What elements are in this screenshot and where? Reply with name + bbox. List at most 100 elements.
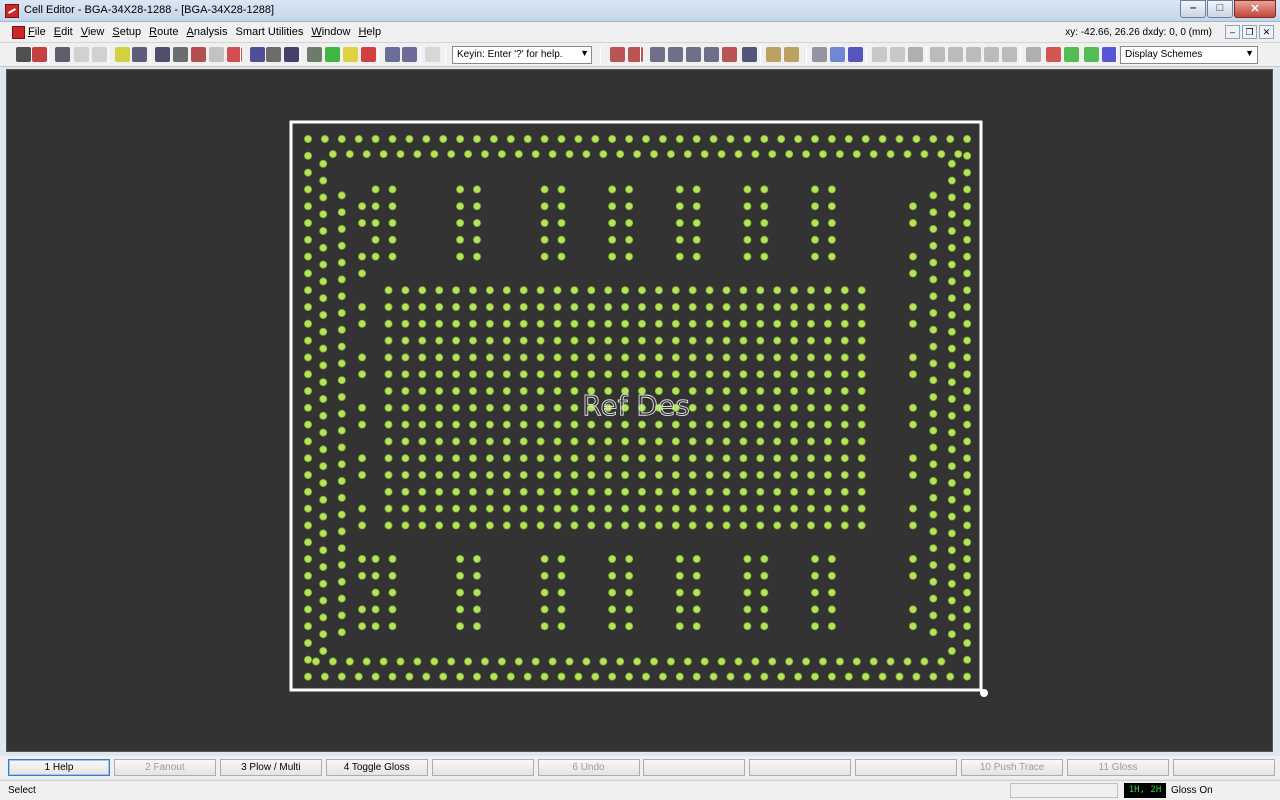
bga-pad[interactable] (582, 150, 591, 159)
bga-pad[interactable] (358, 218, 367, 227)
bga-pad[interactable] (625, 218, 634, 227)
bga-pad[interactable] (638, 521, 647, 530)
bga-pad[interactable] (540, 622, 549, 631)
bga-pad[interactable] (319, 159, 328, 168)
bga-pad[interactable] (502, 487, 511, 496)
bga-pad[interactable] (857, 504, 866, 513)
bga-pad[interactable] (768, 657, 777, 666)
bga-pad[interactable] (777, 672, 786, 681)
bga-pad[interactable] (362, 657, 371, 666)
bga-pad[interactable] (401, 487, 410, 496)
bga-pad[interactable] (320, 135, 329, 144)
bga-pad[interactable] (811, 135, 820, 144)
bga-pad[interactable] (519, 437, 528, 446)
bga-pad[interactable] (506, 672, 515, 681)
bga-pad[interactable] (452, 437, 461, 446)
bga-pad[interactable] (823, 521, 832, 530)
layer-icon[interactable] (250, 47, 265, 62)
save-icon[interactable] (16, 47, 31, 62)
bga-pad[interactable] (811, 252, 820, 261)
bga-pad[interactable] (638, 470, 647, 479)
bga-pad[interactable] (840, 420, 849, 429)
toolbar-tool-icon[interactable] (722, 47, 737, 62)
bga-pad[interactable] (671, 319, 680, 328)
bga-pad[interactable] (650, 150, 659, 159)
undo-icon[interactable] (74, 47, 89, 62)
bga-pad[interactable] (688, 336, 697, 345)
bga-pad[interactable] (929, 544, 938, 553)
bga-pad[interactable] (700, 150, 709, 159)
bga-pad[interactable] (418, 319, 427, 328)
bga-pad[interactable] (621, 420, 630, 429)
bga-pad[interactable] (773, 504, 782, 513)
bga-pad[interactable] (358, 504, 367, 513)
bga-pad[interactable] (608, 218, 617, 227)
bga-pad[interactable] (840, 370, 849, 379)
bga-pad[interactable] (452, 302, 461, 311)
bga-pad[interactable] (688, 454, 697, 463)
bga-pad[interactable] (671, 336, 680, 345)
bga-pad[interactable] (909, 454, 918, 463)
bga-pad[interactable] (756, 521, 765, 530)
bga-pad[interactable] (688, 403, 697, 412)
bga-pad[interactable] (909, 420, 918, 429)
bga-pad[interactable] (570, 420, 579, 429)
bga-pad[interactable] (963, 454, 972, 463)
bga-pad[interactable] (947, 243, 956, 252)
bga-pad[interactable] (553, 470, 562, 479)
bga-pad[interactable] (658, 135, 667, 144)
bga-pad[interactable] (384, 336, 393, 345)
bga-pad[interactable] (857, 403, 866, 412)
bga-pad[interactable] (384, 386, 393, 395)
bga-pad[interactable] (371, 235, 380, 244)
bga-pad[interactable] (514, 657, 523, 666)
bga-pad[interactable] (485, 437, 494, 446)
bga-pad[interactable] (468, 386, 477, 395)
bga-pad[interactable] (807, 470, 816, 479)
bga-pad[interactable] (621, 286, 630, 295)
bga-pad[interactable] (625, 571, 634, 580)
bga-pad[interactable] (319, 176, 328, 185)
bga-pad[interactable] (358, 319, 367, 328)
bga-pad[interactable] (743, 622, 752, 631)
bga-pad[interactable] (675, 252, 684, 261)
bga-pad[interactable] (452, 370, 461, 379)
bga-pad[interactable] (401, 420, 410, 429)
bga-pad[interactable] (869, 150, 878, 159)
bga-pad[interactable] (452, 403, 461, 412)
bga-pad[interactable] (371, 622, 380, 631)
bga-pad[interactable] (692, 185, 701, 194)
bga-pad[interactable] (760, 588, 769, 597)
bga-pad[interactable] (587, 319, 596, 328)
bga-pad[interactable] (401, 370, 410, 379)
fit-board-icon[interactable] (155, 47, 170, 62)
bga-pad[interactable] (388, 672, 397, 681)
bga-pad[interactable] (638, 487, 647, 496)
bga-pad[interactable] (337, 594, 346, 603)
bga-pad[interactable] (616, 150, 625, 159)
bga-pad[interactable] (756, 353, 765, 362)
bga-pad[interactable] (418, 470, 427, 479)
bga-pad[interactable] (557, 605, 566, 614)
bga-pad[interactable] (658, 672, 667, 681)
bga-pad[interactable] (570, 319, 579, 328)
bga-pad[interactable] (485, 353, 494, 362)
drc-ok-icon[interactable] (325, 47, 340, 62)
bga-pad[interactable] (303, 504, 312, 513)
bga-pad[interactable] (638, 504, 647, 513)
bga-pad[interactable] (920, 150, 929, 159)
bga-pad[interactable] (756, 336, 765, 345)
toolbar-tool-icon[interactable] (1064, 47, 1079, 62)
bga-pad[interactable] (700, 657, 709, 666)
bga-pad[interactable] (760, 235, 769, 244)
bga-pad[interactable] (303, 672, 312, 681)
bga-pad[interactable] (587, 437, 596, 446)
bga-pad[interactable] (540, 588, 549, 597)
bga-pad[interactable] (823, 336, 832, 345)
bga-pad[interactable] (456, 218, 465, 227)
bga-pad[interactable] (638, 353, 647, 362)
bga-pad[interactable] (807, 353, 816, 362)
bga-pad[interactable] (319, 495, 328, 504)
bga-pad[interactable] (422, 135, 431, 144)
bga-pad[interactable] (625, 202, 634, 211)
